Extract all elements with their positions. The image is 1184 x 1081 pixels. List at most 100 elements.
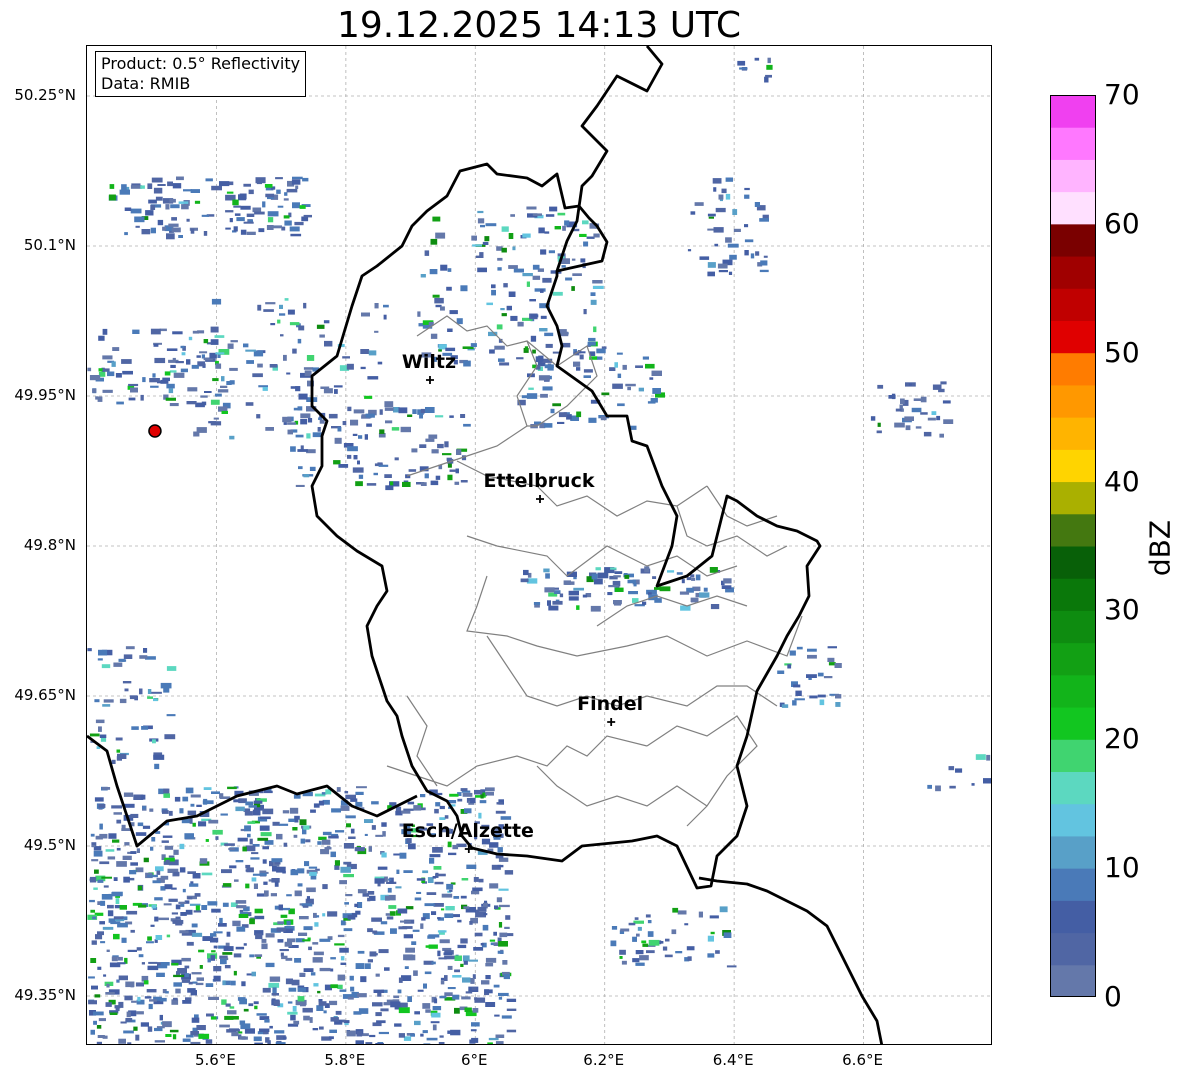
radar-echo-cell (488, 1037, 499, 1041)
radar-echo-cell (340, 805, 350, 811)
radar-echo-cell (227, 343, 234, 349)
radar-echo-cell (259, 816, 271, 820)
radar-echo-cell (218, 923, 227, 927)
radar-echo-cell (170, 364, 176, 368)
radar-echo-cell (827, 646, 837, 649)
radar-echo-cell (417, 989, 424, 992)
radar-echo-cell (154, 1040, 165, 1043)
radar-echo-cell (116, 861, 127, 867)
radar-echoes (87, 57, 991, 1044)
radar-echo-cell (787, 664, 792, 669)
radar-echo-cell (175, 904, 181, 910)
radar-echo-cell (375, 1043, 384, 1044)
radar-echo-cell (713, 227, 724, 233)
radar-echo-cell (690, 211, 696, 215)
radar-echo-cell (267, 217, 274, 223)
radar-echo-cell (151, 691, 162, 694)
radar-echo-cell (721, 585, 732, 589)
radar-echo-cell (303, 214, 312, 218)
colorbar-segment (1050, 95, 1096, 128)
radar-echo-cell (94, 994, 101, 998)
radar-echo-cell (373, 472, 378, 476)
france-border-south (87, 734, 418, 848)
radar-echo-cell (450, 1029, 461, 1036)
radar-echo-cell (298, 325, 305, 331)
radar-echo-cell (923, 431, 932, 437)
radar-echo-cell (94, 699, 100, 703)
lat-tick-label: 50.25°N (14, 86, 76, 104)
radar-echo-cell (321, 839, 331, 845)
radar-echo-cell (614, 362, 618, 368)
radar-echo-cell (462, 792, 473, 797)
radar-echo-cell (308, 946, 312, 951)
radar-echo-cell (635, 950, 644, 955)
radar-echo-cell (115, 1007, 120, 1012)
radar-echo-cell (424, 903, 435, 907)
radar-echo-cell (254, 954, 263, 957)
radar-echo-cell (350, 798, 358, 802)
radar-echo-cell (211, 185, 222, 191)
radar-echo-cell (113, 812, 122, 815)
radar-echo-cell (508, 265, 518, 269)
radar-echo-cell (199, 858, 208, 864)
radar-echo-cell (542, 386, 553, 391)
radar-echo-cell (353, 455, 358, 460)
radar-echo-cell (87, 648, 92, 652)
radar-echo-cell (235, 806, 245, 812)
radar-echo-cell (491, 289, 496, 296)
radar-echo-cell (203, 339, 209, 344)
radar-echo-cell (186, 1034, 194, 1038)
radar-echo-cell (87, 367, 92, 372)
radar-echo-cell (222, 980, 226, 986)
radar-echo-cell (190, 228, 195, 234)
colorbar-segment (1050, 835, 1096, 869)
radar-echo-cell (264, 1019, 270, 1023)
radar-echo-cell (870, 416, 876, 421)
radar-echo-cell (437, 930, 447, 933)
radar-echo-cell (672, 907, 679, 913)
radar-echo-cell (287, 938, 296, 943)
radar-echo-cell (334, 437, 342, 444)
radar-echo-cell (522, 233, 531, 238)
radar-echo-cell (324, 847, 332, 850)
radar-echo-cell (383, 314, 387, 320)
radar-echo-cell (385, 913, 391, 916)
radar-echo-cell (208, 819, 219, 824)
radar-echo-cell (322, 884, 328, 890)
radar-echo-cell (608, 585, 619, 588)
radar-echo-cell (210, 933, 217, 937)
radar-map[interactable] (86, 45, 992, 1045)
radar-echo-cell (429, 857, 435, 864)
radar-echo-cell (189, 883, 199, 887)
radar-echo-cell (217, 389, 229, 393)
radar-echo-cell (276, 189, 281, 194)
colorbar-tick-label: 60 (1104, 206, 1140, 240)
radar-echo-cell (142, 825, 151, 829)
radar-echo-cell (835, 694, 842, 699)
radar-echo-cell (379, 429, 385, 434)
radar-echo-cell (168, 223, 179, 227)
radar-echo-cell (319, 938, 331, 942)
radar-echo-cell (196, 977, 204, 981)
radar-echo-cell (253, 883, 258, 889)
radar-echo-cell (455, 468, 459, 474)
radar-echo-cell (102, 389, 113, 393)
radar-echo-cell (371, 801, 379, 805)
radar-echo-cell (429, 269, 438, 275)
radar-echo-cell (330, 851, 336, 858)
radar-echo-cell (687, 956, 692, 961)
radar-echo-cell (586, 236, 595, 239)
radar-echo-cell (179, 843, 185, 850)
radar-echo-cell (462, 977, 471, 983)
radar-echo-cell (365, 1042, 373, 1044)
radar-echo-cell (777, 670, 785, 674)
radar-echo-cell (156, 972, 165, 977)
radar-echo-cell (267, 211, 279, 217)
radar-echo-cell (157, 219, 164, 226)
radar-echo-cell (375, 834, 383, 837)
radar-echo-cell (381, 852, 387, 858)
radar-echo-cell (210, 399, 220, 405)
colorbar-segment (1050, 320, 1096, 354)
radar-echo-cell (91, 844, 96, 848)
radar-echo-cell (220, 385, 228, 388)
